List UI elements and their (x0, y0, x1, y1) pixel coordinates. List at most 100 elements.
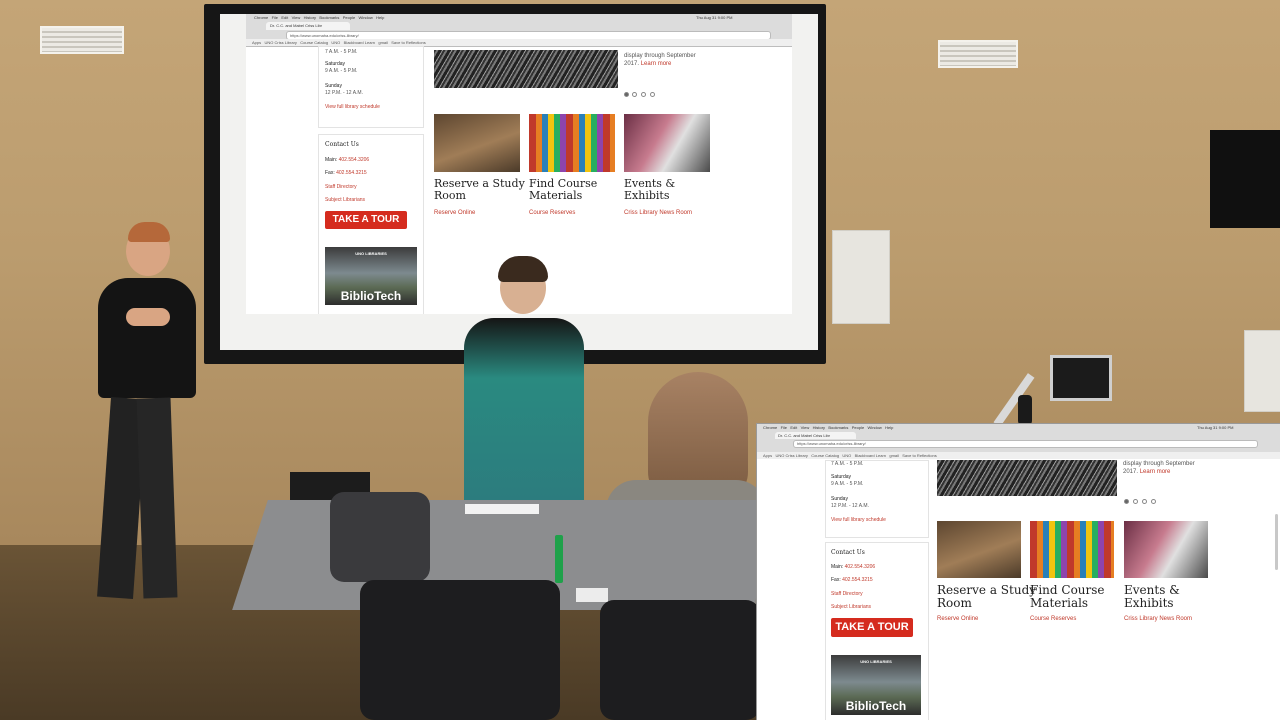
bookmark-reflections[interactable]: Save to Reflections (391, 40, 425, 45)
chair-front-right (600, 600, 760, 720)
inset-fax-phone[interactable]: 402.554.3215 (842, 577, 873, 583)
inset-menu-window[interactable]: Window (868, 425, 882, 430)
sunday-hours: 12 P.M. - 12 A.M. (325, 90, 363, 96)
bookmark-uno[interactable]: UNO (331, 40, 340, 45)
carousel-dot-3[interactable] (641, 92, 646, 97)
inset-sunday-hours: 12 P.M. - 12 A.M. (831, 503, 869, 509)
tile-events-title[interactable]: Events & Exhibits (624, 178, 675, 201)
inset-event-photo-icon[interactable] (1124, 521, 1208, 578)
bookmark-apps[interactable]: Apps (252, 40, 261, 45)
presenter-hair (498, 256, 548, 282)
inset-tile-study-room-title-1: Reserve a Study (937, 583, 1037, 597)
bookmark-catalog[interactable]: Course Catalog (300, 40, 328, 45)
inset-browser-tab[interactable]: Dr. C.C. and Mabel Criss Libr (775, 432, 856, 439)
fax-phone[interactable]: 402.554.3215 (336, 170, 367, 176)
inset-staff-directory-link[interactable]: Staff Directory (831, 591, 863, 597)
inset-menu-bookmarks[interactable]: Bookmarks (828, 425, 848, 430)
inset-take-a-tour-button[interactable]: TAKE A TOUR (831, 618, 913, 637)
inset-tile-events-link[interactable]: Criss Library News Room (1124, 616, 1192, 622)
subject-librarians-link[interactable]: Subject Librarians (325, 197, 365, 203)
menu-view[interactable]: View (292, 15, 301, 20)
inset-tile-study-room-title[interactable]: Reserve a Study Room (937, 584, 1036, 609)
inset-bookmark-reflections[interactable]: Save to Reflections (902, 453, 936, 458)
bibliotech-promo[interactable]: UNO LIBRARIES BiblioTech (325, 247, 417, 305)
inset-learn-more-link[interactable]: Learn more (1140, 469, 1171, 475)
tile-course-materials-title[interactable]: Find Course Materials (529, 178, 597, 201)
inset-bookmark-blackboard[interactable]: Blackboard Learn (855, 453, 886, 458)
presenter-dress (464, 318, 584, 518)
tile-events-title-2: Exhibits (624, 188, 670, 202)
tile-study-room-link[interactable]: Reserve Online (434, 210, 475, 216)
inset-subject-librarians-link[interactable]: Subject Librarians (831, 604, 871, 610)
menu-window[interactable]: Window (359, 15, 373, 20)
menu-file[interactable]: File (272, 15, 278, 20)
menu-edit[interactable]: Edit (281, 15, 288, 20)
inset-address-bar[interactable]: https://www.unomaha.edu/criss-library/ (793, 440, 1258, 448)
desk-monitor (1050, 355, 1112, 401)
inset-bookmark-catalog[interactable]: Course Catalog (811, 453, 839, 458)
inset-hero-image[interactable] (937, 460, 1117, 496)
saturday-label: Saturday (325, 61, 346, 67)
event-photo-icon[interactable] (624, 114, 710, 172)
inset-main-phone[interactable]: 402.554.3206 (845, 564, 876, 570)
browser-tab[interactable]: Dr. C.C. and Mabel Criss Libr (266, 22, 350, 30)
inset-tile-events-title[interactable]: Events & Exhibits (1124, 584, 1180, 609)
main-label: Main: (325, 157, 338, 163)
inset-menu-app[interactable]: Chrome (763, 425, 777, 430)
inset-carousel-dot-3[interactable] (1142, 499, 1147, 504)
inset-scrollbar[interactable] (1275, 514, 1278, 570)
inset-carousel-dot-1[interactable] (1124, 499, 1129, 504)
inset-tile-course-materials-title[interactable]: Find Course Materials (1030, 584, 1105, 609)
tile-course-materials-link[interactable]: Course Reserves (529, 210, 575, 216)
staff-directory-link[interactable]: Staff Directory (325, 184, 357, 190)
inset-bookmark-uno[interactable]: UNO (842, 453, 851, 458)
inset-bookmark-apps[interactable]: Apps (763, 453, 772, 458)
bookmark-criss[interactable]: UNO Criss Library (264, 40, 296, 45)
inset-menu-people[interactable]: People (852, 425, 864, 430)
menu-bookmarks[interactable]: Bookmarks (319, 15, 339, 20)
promo-banner-label: UNO LIBRARIES (355, 251, 387, 256)
bookmark-gmail[interactable]: gmail (378, 40, 388, 45)
inset-schedule-link[interactable]: View full library schedule (831, 517, 886, 523)
schedule-link[interactable]: View full library schedule (325, 104, 380, 110)
main-phone[interactable]: 402.554.3206 (339, 157, 370, 163)
bookmarks-bar: Apps UNO Criss Library Course Catalog UN… (246, 39, 792, 46)
chair-left (330, 492, 430, 582)
bookmark-blackboard[interactable]: Blackboard Learn (344, 40, 375, 45)
inset-menu-view[interactable]: View (801, 425, 810, 430)
learn-more-link[interactable]: Learn more (641, 61, 672, 67)
inset-contact-box: Contact Us Main: 402.554.3206 Fax: 402.5… (825, 542, 929, 720)
inset-carousel-dot-2[interactable] (1133, 499, 1138, 504)
hero-image[interactable] (434, 50, 618, 88)
menu-people[interactable]: People (343, 15, 355, 20)
carousel-dot-4[interactable] (650, 92, 655, 97)
inset-hero-caption: display through September 2017. Learn mo… (1123, 460, 1195, 476)
carousel-dot-2[interactable] (632, 92, 637, 97)
inset-bookshelf-photo-icon[interactable] (1030, 521, 1114, 578)
weekday-hours: 7 A.M. - 5 P.M. (325, 49, 358, 55)
inset-menu-history[interactable]: History (813, 425, 825, 430)
bookshelf-photo-icon[interactable] (529, 114, 615, 172)
inset-tile-study-room-link[interactable]: Reserve Online (937, 616, 978, 622)
inset-bookmark-gmail[interactable]: gmail (889, 453, 899, 458)
menu-history[interactable]: History (304, 15, 316, 20)
inset-menu-edit[interactable]: Edit (790, 425, 797, 430)
wall-display (1210, 130, 1280, 228)
inset-tile-course-materials-link[interactable]: Course Reserves (1030, 616, 1076, 622)
inset-menu-file[interactable]: File (781, 425, 787, 430)
menu-help[interactable]: Help (376, 15, 384, 20)
menu-app[interactable]: Chrome (254, 15, 268, 20)
inset-bibliotech-promo[interactable]: UNO LIBRARIES BiblioTech (831, 655, 921, 715)
hero-caption: display through September 2017. Learn mo… (624, 52, 696, 68)
interpreter-hair (128, 222, 170, 242)
inset-carousel-dot-4[interactable] (1151, 499, 1156, 504)
inset-study-room-photo-icon[interactable] (937, 521, 1021, 578)
inset-menu-help[interactable]: Help (885, 425, 893, 430)
tile-study-room-title[interactable]: Reserve a Study Room (434, 178, 525, 201)
carousel-dot-1[interactable] (624, 92, 629, 97)
tile-events-link[interactable]: Criss Library News Room (624, 210, 692, 216)
take-a-tour-button[interactable]: TAKE A TOUR (325, 211, 407, 229)
study-room-photo-icon[interactable] (434, 114, 520, 172)
inset-saturday-hours: 9 A.M. - 5 P.M. (831, 481, 864, 487)
inset-bookmark-criss[interactable]: UNO Criss Library (775, 453, 807, 458)
